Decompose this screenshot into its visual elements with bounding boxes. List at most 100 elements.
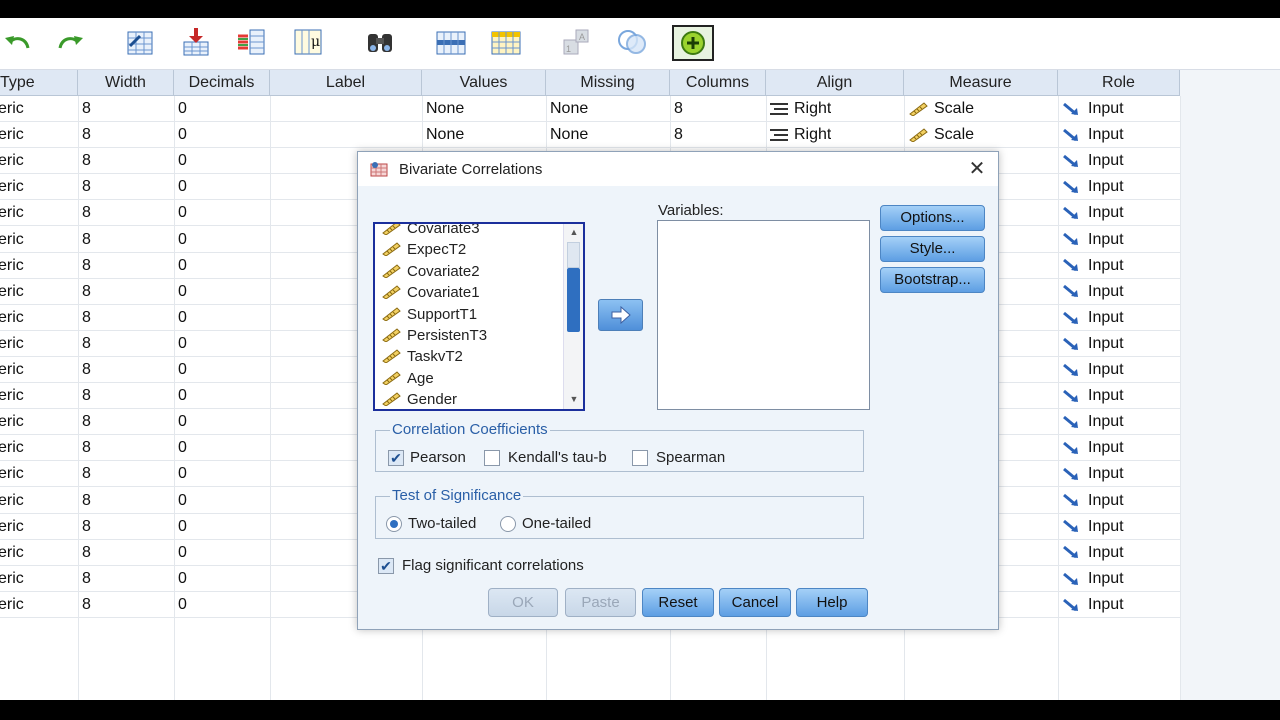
- cell-type[interactable]: eric: [0, 461, 24, 487]
- cell-decimals[interactable]: 0: [174, 357, 187, 383]
- cell-decimals[interactable]: 0: [174, 279, 187, 305]
- cell-measure[interactable]: Scale: [904, 122, 974, 148]
- list-item[interactable]: Covariate3: [381, 224, 480, 239]
- header-values[interactable]: Values: [422, 70, 546, 96]
- scroll-thumb[interactable]: [567, 268, 580, 332]
- pearson-checkbox[interactable]: ✔: [388, 450, 404, 466]
- cell-decimals[interactable]: 0: [174, 540, 187, 566]
- cell-measure[interactable]: Scale: [904, 96, 974, 122]
- cell-values[interactable]: None: [422, 96, 464, 122]
- list-item[interactable]: Age: [381, 368, 434, 389]
- cell-type[interactable]: eric: [0, 227, 24, 253]
- cell-width[interactable]: 8: [78, 383, 91, 409]
- kendall-label[interactable]: Kendall's tau-b: [508, 449, 607, 466]
- flag-significant-label[interactable]: Flag significant correlations: [402, 557, 584, 574]
- cell-role[interactable]: Input: [1058, 409, 1124, 435]
- list-item[interactable]: Gender: [381, 389, 457, 409]
- cell-type[interactable]: eric: [0, 488, 24, 514]
- move-to-variables-button[interactable]: [598, 299, 643, 331]
- table-row[interactable]: eric 8 0 None None 8 Right Scale Input: [0, 96, 1180, 122]
- one-tailed-radio[interactable]: [500, 516, 516, 532]
- cell-type[interactable]: eric: [0, 409, 24, 435]
- cell-role[interactable]: Input: [1058, 96, 1124, 122]
- cell-role[interactable]: Input: [1058, 461, 1124, 487]
- cell-decimals[interactable]: 0: [174, 566, 187, 592]
- cell-decimals[interactable]: 0: [174, 253, 187, 279]
- cell-type[interactable]: eric: [0, 383, 24, 409]
- scroll-down-icon[interactable]: ▼: [568, 394, 580, 406]
- cell-width[interactable]: 8: [78, 253, 91, 279]
- cell-decimals[interactable]: 0: [174, 488, 187, 514]
- cell-role[interactable]: Input: [1058, 305, 1124, 331]
- header-type[interactable]: Type: [0, 70, 78, 96]
- cell-decimals[interactable]: 0: [174, 592, 187, 618]
- cell-type[interactable]: eric: [0, 592, 24, 618]
- cell-role[interactable]: Input: [1058, 357, 1124, 383]
- cell-width[interactable]: 8: [78, 200, 91, 226]
- cell-type[interactable]: eric: [0, 253, 24, 279]
- one-tailed-label[interactable]: One-tailed: [522, 515, 591, 532]
- pearson-label[interactable]: Pearson: [410, 449, 466, 466]
- header-align[interactable]: Align: [766, 70, 904, 96]
- cell-decimals[interactable]: 0: [174, 174, 187, 200]
- cell-values[interactable]: None: [422, 122, 464, 148]
- cell-decimals[interactable]: 0: [174, 148, 187, 174]
- cell-role[interactable]: Input: [1058, 331, 1124, 357]
- cell-width[interactable]: 8: [78, 566, 91, 592]
- cell-width[interactable]: 8: [78, 279, 91, 305]
- header-columns[interactable]: Columns: [670, 70, 766, 96]
- cell-role[interactable]: Input: [1058, 122, 1124, 148]
- bootstrap-button[interactable]: Bootstrap...: [880, 267, 985, 293]
- cell-align[interactable]: Right: [766, 96, 831, 122]
- descriptive-stats-icon[interactable]: μ: [290, 24, 326, 60]
- list-item[interactable]: PersistenT3: [381, 325, 487, 346]
- close-icon[interactable]: ✕: [966, 158, 988, 180]
- cell-type[interactable]: eric: [0, 514, 24, 540]
- reset-button[interactable]: Reset: [642, 588, 714, 617]
- list-item[interactable]: ExpecT2: [381, 239, 466, 260]
- cell-width[interactable]: 8: [78, 488, 91, 514]
- style-button[interactable]: Style...: [880, 236, 985, 262]
- list-item[interactable]: TaskvT2: [381, 346, 463, 367]
- cell-decimals[interactable]: 0: [174, 122, 187, 148]
- header-decimals[interactable]: Decimals: [174, 70, 270, 96]
- variables-target-list[interactable]: [657, 220, 870, 410]
- cell-width[interactable]: 8: [78, 331, 91, 357]
- cell-type[interactable]: eric: [0, 96, 24, 122]
- cell-columns[interactable]: 8: [670, 122, 683, 148]
- add-on-icon[interactable]: [672, 25, 714, 61]
- goto-case-icon[interactable]: [122, 24, 158, 60]
- cell-type[interactable]: eric: [0, 435, 24, 461]
- cell-missing[interactable]: None: [546, 96, 588, 122]
- header-label[interactable]: Label: [270, 70, 422, 96]
- cell-type[interactable]: eric: [0, 122, 24, 148]
- cell-width[interactable]: 8: [78, 148, 91, 174]
- cell-align[interactable]: Right: [766, 122, 831, 148]
- cell-width[interactable]: 8: [78, 174, 91, 200]
- cell-columns[interactable]: 8: [670, 96, 683, 122]
- cell-type[interactable]: eric: [0, 305, 24, 331]
- header-measure[interactable]: Measure: [904, 70, 1058, 96]
- cell-width[interactable]: 8: [78, 96, 91, 122]
- undo-icon[interactable]: [0, 24, 36, 60]
- import-data-icon[interactable]: [178, 24, 214, 60]
- cell-type[interactable]: eric: [0, 148, 24, 174]
- cell-decimals[interactable]: 0: [174, 331, 187, 357]
- spearman-label[interactable]: Spearman: [656, 449, 725, 466]
- paste-button[interactable]: Paste: [565, 588, 636, 617]
- cell-width[interactable]: 8: [78, 435, 91, 461]
- insert-cases-icon[interactable]: [433, 24, 469, 60]
- cell-type[interactable]: eric: [0, 566, 24, 592]
- cell-role[interactable]: Input: [1058, 435, 1124, 461]
- cell-missing[interactable]: None: [546, 122, 588, 148]
- find-icon[interactable]: [362, 24, 398, 60]
- cell-type[interactable]: eric: [0, 200, 24, 226]
- split-file-icon[interactable]: 1A: [558, 24, 594, 60]
- flag-significant-checkbox[interactable]: ✔: [378, 558, 394, 574]
- cell-role[interactable]: Input: [1058, 174, 1124, 200]
- help-button[interactable]: Help: [796, 588, 868, 617]
- cell-role[interactable]: Input: [1058, 279, 1124, 305]
- cell-role[interactable]: Input: [1058, 200, 1124, 226]
- cell-width[interactable]: 8: [78, 540, 91, 566]
- list-item[interactable]: Covariate2: [381, 261, 480, 282]
